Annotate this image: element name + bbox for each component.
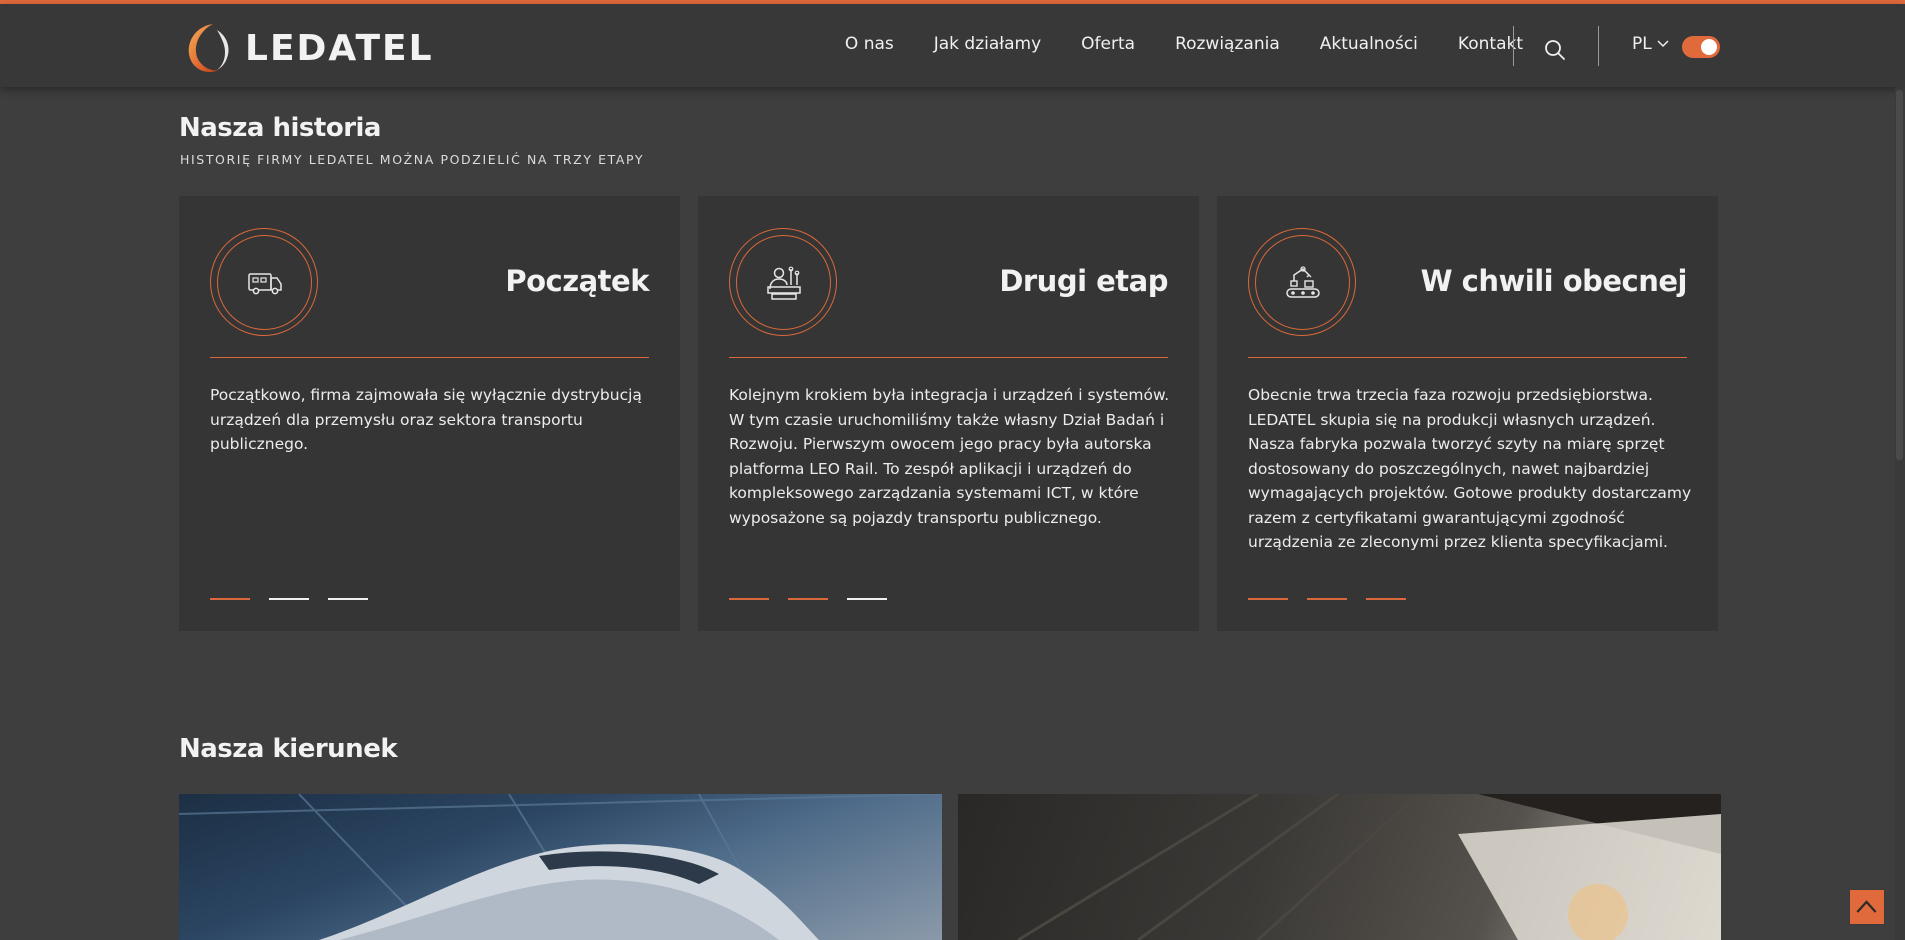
language-selector[interactable]: PL (1632, 34, 1669, 54)
card-icon-ring (729, 228, 837, 336)
search-icon (1545, 40, 1565, 60)
step-indicator (729, 598, 769, 600)
history-card-w-chwili-obecnej: W chwili obecnej Obecnie trwa trzecia fa… (1217, 196, 1718, 631)
language-label: PL (1632, 34, 1652, 54)
history-card-poczatek: Początek Początkowo, firma zajmowała się… (179, 196, 680, 631)
nav-divider (1513, 26, 1514, 66)
step-indicator (847, 598, 887, 600)
card-steps (729, 598, 887, 600)
card-divider (1248, 357, 1687, 358)
logo-wordmark: LEDATEL (245, 27, 434, 69)
card-text: Kolejnym krokiem była integracja i urząd… (729, 386, 1170, 527)
logo-mark-icon (188, 24, 229, 73)
header-navbar: LEDATEL O nas Jak działamy Oferta Rozwią… (0, 4, 1905, 87)
history-subtitle: HISTORIĘ FIRMY LEDATEL MOŻNA PODZIELIĆ N… (180, 152, 645, 167)
nav-item-oferta[interactable]: Oferta (1081, 34, 1135, 54)
card-icon-ring (1248, 228, 1356, 336)
engineer-icon (767, 266, 801, 300)
search-button[interactable] (1543, 38, 1567, 62)
logo[interactable]: LEDATEL (179, 18, 434, 78)
card-divider (729, 357, 1168, 358)
card-divider (210, 357, 649, 358)
step-indicator (1307, 598, 1347, 600)
step-indicator (1248, 598, 1288, 600)
nav-item-aktualnosci[interactable]: Aktualności (1320, 34, 1418, 54)
robot-arm-icon (1286, 266, 1320, 298)
step-indicator (788, 598, 828, 600)
step-indicator (269, 598, 309, 600)
card-title: W chwili obecnej (1420, 264, 1688, 298)
theme-toggle[interactable] (1682, 36, 1720, 58)
warehouse-illustration (958, 794, 1721, 940)
toggle-knob (1701, 39, 1717, 55)
step-indicator (328, 598, 368, 600)
nav-item-o-nas[interactable]: O nas (845, 34, 894, 54)
train-photo[interactable] (179, 794, 942, 940)
delivery-van-icon (248, 273, 282, 295)
history-title: Nasza historia (179, 113, 381, 143)
card-icon-ring (210, 228, 318, 336)
card-title: Drugi etap (999, 264, 1168, 298)
nav-divider (1598, 26, 1599, 66)
history-card-drugi-etap: Drugi etap Kolejnym krokiem była integra… (698, 196, 1199, 631)
card-text: Początkowo, firma zajmowała się wyłączni… (210, 386, 642, 453)
scrollbar-thumb[interactable] (1896, 90, 1903, 460)
card-title: Początek (505, 264, 649, 298)
scroll-to-top-button[interactable] (1849, 889, 1885, 925)
step-indicator (210, 598, 250, 600)
chevron-down-icon (1657, 40, 1669, 48)
card-steps (210, 598, 368, 600)
card-steps (1248, 598, 1406, 600)
warehouse-photo[interactable] (958, 794, 1721, 940)
direction-title: Nasza kierunek (179, 734, 398, 764)
train-illustration (179, 794, 942, 940)
nav-item-jak-dzialamy[interactable]: Jak działamy (934, 34, 1041, 54)
card-text: Obecnie trwa trzecia faza rozwoju przeds… (1248, 386, 1692, 551)
main-nav: O nas Jak działamy Oferta Rozwiązania Ak… (845, 34, 1523, 54)
nav-item-rozwiazania[interactable]: Rozwiązania (1175, 34, 1280, 54)
step-indicator (1366, 598, 1406, 600)
chevron-up-icon (1856, 900, 1877, 913)
